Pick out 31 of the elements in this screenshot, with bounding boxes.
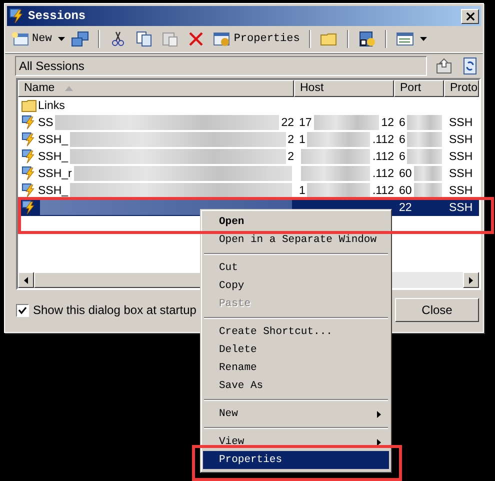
host-end-text: .112 [372,184,394,196]
protocol-text: SSH [449,134,473,146]
protocol-text: SSH [449,202,473,214]
port-text: 60 [399,184,412,196]
session-name: SS [38,116,54,128]
session-name-end: 22 [281,116,294,128]
session-name: SSH_ [38,184,68,196]
protocol-text: SSH [449,150,473,162]
port-text: 6 [399,150,406,162]
protocol-text: SSH [449,184,473,196]
session-name-end: 2 [288,134,294,146]
session-name: Links [38,100,65,112]
port-text: 6 [399,134,406,146]
host-text: 1 [299,184,306,196]
protocol-text: SSH [449,116,473,128]
session-name: SSH_ [38,134,68,146]
port-text: 6 [399,116,406,128]
host-end-text: 12 [381,116,394,128]
session-name: SSH_ [38,150,68,162]
checkbox-label: Show this dialog box at startup [33,303,196,317]
session-name: SSH_r [38,168,72,180]
session-name-end: 2 [288,150,294,162]
host-end-text: .112 [372,168,394,180]
host-text: 1 [299,134,306,146]
port-text: 60 [399,168,412,180]
protocol-text: SSH [449,168,473,180]
port-text: 22 [399,202,412,214]
host-text: 17 [299,116,312,128]
host-end-text: .112 [372,134,394,146]
host-end-text: .112 [372,150,394,162]
window-title: Sessions [28,9,87,23]
